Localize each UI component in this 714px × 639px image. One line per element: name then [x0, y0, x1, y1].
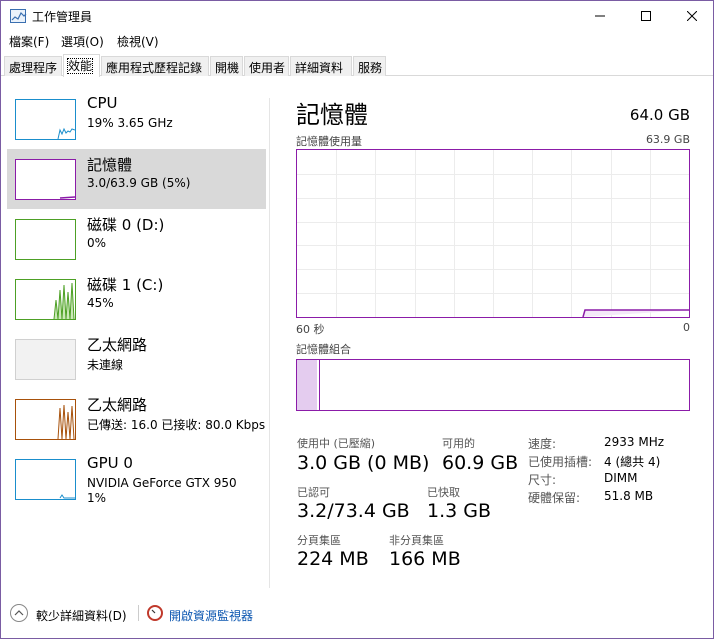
menu-bar: 檔案(F) 選項(O) 檢視(V) [1, 31, 713, 51]
tab-processes[interactable]: 處理程序 [4, 56, 62, 76]
form-factor-label: 尺寸: [528, 473, 557, 487]
window-title: 工作管理員 [32, 10, 93, 24]
resource-monitor-icon[interactable] [147, 605, 163, 621]
sidebar-item-subtitle: 已傳送: 16.0 已接收: 80.0 Kbps [87, 418, 266, 432]
cached-value: 1.3 GB [427, 500, 492, 522]
minimize-button[interactable] [577, 1, 623, 31]
tab-details[interactable]: 詳細資料 [290, 56, 352, 76]
paged-pool-label: 分頁集區 [297, 534, 341, 547]
cached-label: 已快取 [427, 486, 460, 499]
in-use-label: 使用中 (已壓縮) [297, 437, 376, 450]
task-manager-window: 工作管理員 檔案(F) 選項(O) 檢視(V) 處理程序 效能 應用程式歷程記錄… [0, 0, 714, 639]
tab-startup[interactable]: 開機 [210, 56, 243, 76]
form-factor-value: DIMM [604, 471, 638, 485]
panel-divider[interactable] [269, 98, 270, 588]
sidebar-item-disk-0[interactable]: 磁碟 0 (D:) 0% [7, 209, 266, 269]
sidebar-item-title: 磁碟 1 (C:) [87, 276, 164, 294]
footer-separator [138, 605, 139, 621]
hardware-reserved-value: 51.8 MB [604, 489, 654, 503]
hardware-reserved-label: 硬體保留: [528, 491, 581, 505]
composition-in-use [297, 360, 317, 410]
speed-value: 2933 MHz [604, 435, 665, 449]
sidebar-item-title: 乙太網路 [87, 396, 148, 414]
time-axis-right: 0 [683, 321, 690, 334]
sidebar-item-title: 記憶體 [87, 156, 133, 174]
sidebar-item-title: CPU [87, 94, 118, 112]
memory-composition-bar[interactable] [296, 359, 690, 411]
minimize-icon [595, 15, 605, 17]
task-manager-icon [10, 9, 27, 23]
tab-services[interactable]: 服務 [353, 56, 386, 76]
speed-label: 速度: [528, 437, 557, 451]
chart-grid [297, 150, 689, 317]
sidebar-item-subtitle: 3.0/63.9 GB (5%) [87, 176, 191, 190]
sidebar-item-subtitle: 45% [87, 296, 114, 310]
tab-bar: 處理程序 效能 應用程式歷程記錄 開機 使用者 詳細資料 服務 [1, 54, 713, 77]
sidebar-item-subtitle: 19% 3.65 GHz [87, 116, 173, 130]
memory-heading: 記憶體 [296, 101, 368, 129]
slots-value: 4 (總共 4) [604, 455, 661, 469]
paged-pool-value: 224 MB [297, 548, 369, 570]
sidebar-item-memory[interactable]: 記憶體 3.0/63.9 GB (5%) [7, 149, 266, 209]
footer-bar: 較少詳細資料(D) 開啟資源監視器 [1, 601, 713, 629]
nonpaged-pool-value: 166 MB [389, 548, 461, 570]
menu-view[interactable]: 檢視(V) [117, 33, 159, 50]
menu-file[interactable]: 檔案(F) [9, 33, 49, 50]
maximize-icon [641, 11, 651, 21]
in-use-value: 3.0 GB (0 MB) [297, 452, 430, 474]
open-resource-monitor-link[interactable]: 開啟資源監視器 [169, 607, 253, 624]
memory-usage-chart [296, 149, 690, 318]
sidebar-item-gpu-0[interactable]: GPU 0 NVIDIA GeForce GTX 950 1% [7, 449, 266, 509]
sidebar-item-ethernet-1[interactable]: 乙太網路 未連線 [7, 329, 266, 389]
sidebar-item-title: GPU 0 [87, 454, 133, 472]
memory-usage-label: 記憶體使用量 [296, 135, 362, 148]
sidebar-item-ethernet-2[interactable]: 乙太網路 已傳送: 16.0 已接收: 80.0 Kbps [7, 389, 266, 449]
memory-usage-max: 63.9 GB [645, 133, 690, 146]
sidebar-item-title: 磁碟 0 (D:) [87, 216, 165, 234]
sidebar-item-title: 乙太網路 [87, 336, 148, 354]
maximize-button[interactable] [623, 1, 669, 31]
disk-0-thumbnail [15, 219, 76, 260]
memory-usage-line [582, 309, 689, 317]
tab-performance[interactable]: 效能 [63, 54, 100, 77]
nonpaged-pool-label: 非分頁集區 [389, 534, 444, 547]
memory-composition-label: 記憶體組合 [296, 343, 351, 356]
sidebar-item-disk-1[interactable]: 磁碟 1 (C:) 45% [7, 269, 266, 329]
memory-total: 64.0 GB [629, 106, 690, 124]
ethernet-2-thumbnail [15, 399, 76, 440]
ethernet-1-thumbnail [15, 339, 76, 380]
available-label: 可用的 [442, 437, 475, 450]
committed-value: 3.2/73.4 GB [297, 500, 410, 522]
close-button[interactable] [669, 1, 714, 31]
memory-thumbnail [15, 159, 76, 200]
chevron-up-icon[interactable] [10, 604, 28, 622]
gpu-0-thumbnail [15, 459, 76, 500]
tab-app-history[interactable]: 應用程式歷程記錄 [101, 56, 209, 76]
title-bar[interactable]: 工作管理員 [1, 1, 713, 31]
composition-modified [319, 360, 320, 410]
slots-label: 已使用插槽: [528, 455, 593, 469]
sidebar-item-subtitle: NVIDIA GeForce GTX 950 [87, 476, 237, 490]
tab-users[interactable]: 使用者 [244, 56, 289, 76]
cpu-thumbnail [15, 99, 76, 140]
sidebar-item-subtitle: 0% [87, 236, 107, 250]
fewer-details-button[interactable]: 較少詳細資料(D) [36, 607, 127, 624]
menu-options[interactable]: 選項(O) [61, 33, 104, 50]
time-axis-left: 60 秒 [296, 323, 325, 336]
sidebar-item-subtitle-2: 1% [87, 491, 107, 505]
close-icon [687, 11, 697, 21]
sidebar-item-subtitle: 未連線 [87, 358, 124, 372]
available-value: 60.9 GB [442, 452, 519, 474]
disk-1-thumbnail [15, 279, 76, 320]
sidebar-item-cpu[interactable]: CPU 19% 3.65 GHz [7, 89, 266, 149]
committed-label: 已認可 [297, 486, 330, 499]
